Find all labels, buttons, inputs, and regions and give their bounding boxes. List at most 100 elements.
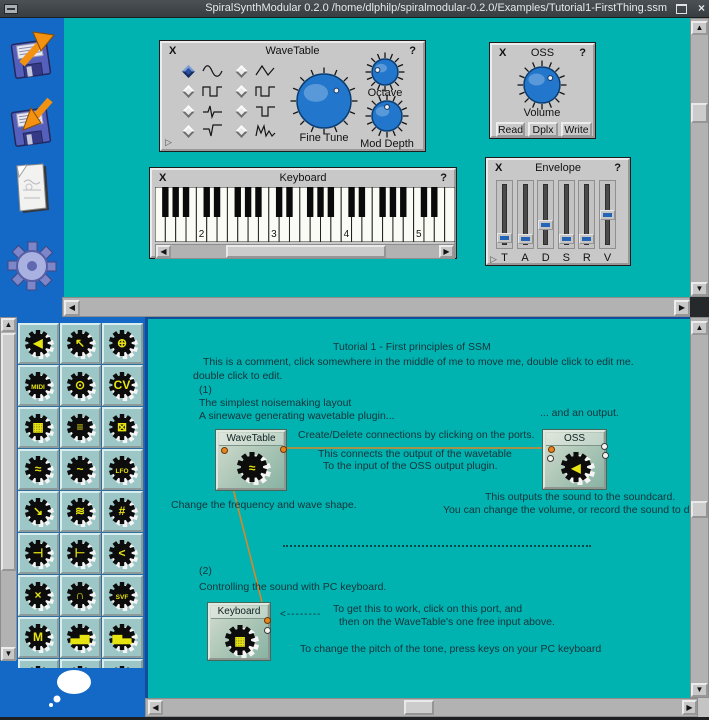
plugin-window-wavetable[interactable]: X WaveTable ? Fine Tune Octave Mod Depth… — [160, 41, 425, 151]
read-button[interactable]: Read — [496, 122, 525, 137]
palette-plugin-eq[interactable]: ▅▃ — [102, 617, 143, 658]
plugin-window-oss[interactable]: X OSS ? Volume Read Dplx Write — [490, 43, 595, 138]
black-key[interactable] — [421, 187, 427, 217]
port-connected[interactable] — [264, 617, 271, 624]
envelope-slider-S[interactable] — [558, 180, 575, 249]
scroll-thumb[interactable] — [691, 103, 708, 123]
help-icon[interactable]: ? — [579, 47, 586, 59]
canvas-comment[interactable]: To get this to work, click on this port,… — [333, 603, 522, 615]
top-canvas-vscrollbar[interactable]: ▲ ▼ — [690, 18, 709, 297]
palette-plugin-mixer[interactable]: ⊣ — [18, 533, 59, 574]
port-free[interactable] — [264, 627, 271, 634]
port-connected[interactable] — [280, 446, 287, 453]
port-free[interactable] — [602, 452, 609, 459]
black-key[interactable] — [245, 187, 251, 217]
black-key[interactable] — [172, 187, 178, 217]
help-icon[interactable]: ? — [409, 45, 416, 57]
palette-plugin-env-follower[interactable]: ∩ — [60, 575, 101, 616]
black-key[interactable] — [359, 187, 365, 217]
canvas-comment[interactable]: To the input of the OSS output plugin. — [323, 460, 498, 472]
slider-handle[interactable] — [518, 234, 533, 244]
canvas-comment[interactable]: Create/Delete connections by clicking on… — [298, 429, 534, 441]
canvas-comment[interactable]: (2) — [199, 565, 212, 577]
dashed-arrow[interactable]: <-------- — [280, 609, 321, 620]
palette-plugin-lfo[interactable]: LFO — [102, 449, 143, 490]
waveform-radio-1[interactable] — [182, 85, 195, 98]
canvas-comment[interactable]: (1) — [199, 384, 212, 396]
patch-canvas-hscrollbar[interactable]: ◀ ▶ — [145, 698, 698, 717]
black-key[interactable] — [286, 187, 292, 217]
black-key[interactable] — [390, 187, 396, 217]
palette-plugin-matrix[interactable]: ≡ — [60, 407, 101, 448]
palette-plugin-cv[interactable]: CV — [102, 365, 143, 406]
fine-tune-knob[interactable] — [289, 66, 359, 141]
black-key[interactable] — [348, 187, 354, 217]
top-canvas-hscrollbar[interactable]: ◀ ▶ — [62, 297, 690, 317]
open-patch-button[interactable] — [6, 24, 58, 82]
canvas-comment[interactable]: To change the pitch of the tone, press k… — [300, 643, 601, 655]
scroll-right-icon[interactable]: ▶ — [674, 300, 690, 316]
black-key[interactable] — [235, 187, 241, 217]
slider-handle[interactable] — [497, 233, 512, 243]
palette-plugin-clock[interactable]: ⊙ — [60, 365, 101, 406]
palette-plugin-plugin[interactable] — [18, 659, 59, 668]
canvas-comment[interactable]: This connects the output of the wavetabl… — [318, 448, 512, 460]
scroll-thumb[interactable] — [1, 333, 16, 571]
port-connected[interactable] — [548, 446, 555, 453]
slider-handle[interactable] — [579, 234, 594, 244]
save-patch-button[interactable] — [6, 92, 58, 150]
scroll-left-icon[interactable]: ◀ — [156, 245, 171, 258]
palette-plugin-moog-filter[interactable]: M — [18, 617, 59, 658]
titlebar[interactable]: SpiralSynthModular 0.2.0 /home/dlphilp/s… — [0, 0, 709, 18]
scroll-thumb[interactable] — [226, 245, 386, 258]
palette-plugin-saw[interactable]: ↘ — [18, 491, 59, 532]
envelope-slider-D[interactable] — [537, 180, 554, 249]
plugin-window-keyboard[interactable]: X Keyboard ? 2345 ◀ ▶ — [150, 168, 456, 258]
waveform-radio-5[interactable] — [235, 85, 248, 98]
waveform-radio-6[interactable] — [235, 105, 248, 118]
canvas-comment[interactable]: This is a comment, click somewhere in th… — [203, 356, 634, 368]
canvas-comment[interactable]: Change the frequency and wave shape. — [171, 499, 357, 511]
scroll-down-icon[interactable]: ▼ — [1, 647, 16, 661]
palette-plugin-amp[interactable]: ⊢ — [60, 533, 101, 574]
palette-plugin-comb[interactable]: # — [102, 491, 143, 532]
scroll-right-icon[interactable]: ▶ — [682, 700, 697, 715]
scroll-thumb[interactable] — [404, 700, 434, 715]
piano-keys[interactable]: 2345 — [155, 187, 455, 242]
write-button[interactable]: Write — [561, 122, 592, 137]
patch-canvas-vscrollbar[interactable]: ▲ ▼ — [690, 317, 709, 698]
palette-plugin-spectrum[interactable]: ▃▅ — [60, 617, 101, 658]
expand-icon[interactable]: ▷ — [165, 137, 172, 148]
black-key[interactable] — [328, 187, 334, 217]
plugin-canvas-top[interactable]: X WaveTable ? Fine Tune Octave Mod Depth… — [64, 18, 690, 297]
waveform-radio-3[interactable] — [182, 125, 195, 138]
waveform-radio-2[interactable] — [182, 105, 195, 118]
palette-vscrollbar[interactable]: ▲ ▼ — [0, 317, 17, 660]
port-free[interactable] — [601, 443, 608, 450]
scroll-left-icon[interactable]: ◀ — [64, 300, 80, 316]
port-free[interactable] — [547, 455, 554, 462]
canvas-comment[interactable]: This outputs the sound to the soundcard. — [485, 491, 675, 503]
scroll-left-icon[interactable]: ◀ — [148, 700, 163, 715]
scroll-right-icon[interactable]: ▶ — [439, 245, 454, 258]
canvas-comment[interactable]: Tutorial 1 - First principles of SSM — [333, 341, 491, 353]
canvas-comment[interactable]: then on the WaveTable's one free input a… — [339, 616, 555, 628]
palette-plugin-audio-input[interactable]: ⊕ — [102, 323, 143, 364]
new-patch-button[interactable] — [6, 160, 58, 218]
envelope-slider-A[interactable] — [517, 180, 534, 249]
black-key[interactable] — [400, 187, 406, 217]
envelope-slider-R[interactable] — [578, 180, 595, 249]
black-key[interactable] — [379, 187, 385, 217]
palette-plugin-plugin[interactable] — [102, 659, 143, 668]
envelope-slider-T[interactable] — [496, 180, 513, 249]
slider-handle[interactable] — [600, 210, 615, 220]
palette-plugin-waveshaper[interactable]: ≋ — [60, 491, 101, 532]
slider-handle[interactable] — [559, 234, 574, 244]
minimize-button[interactable] — [4, 4, 18, 14]
dplx-button[interactable]: Dplx — [528, 122, 558, 137]
scroll-up-icon[interactable]: ▲ — [691, 21, 708, 35]
black-key[interactable] — [307, 187, 313, 217]
black-key[interactable] — [317, 187, 323, 217]
palette-plugin-splitter[interactable]: < — [102, 533, 143, 574]
slider-handle[interactable] — [538, 220, 553, 230]
